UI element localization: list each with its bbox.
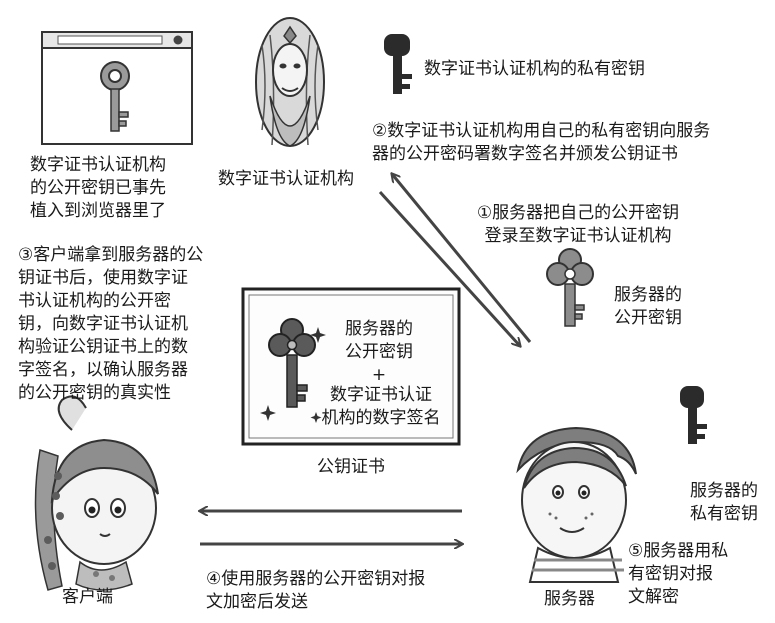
step-2-text: ②数字证书认证机构用自己的私有密钥向服务 器的公开密码署数字签名并颁发公钥证书: [372, 121, 711, 164]
certificate-caption: 公钥证书: [317, 457, 385, 477]
server-public-key-icon: [546, 248, 594, 327]
server-figure: [516, 426, 637, 583]
ca-label: 数字证书认证机构: [218, 169, 354, 189]
ca-figure: [255, 17, 325, 147]
server-public-key-label: 服务器的 公开密钥: [614, 285, 682, 328]
step-3-text: ③客户端拿到服务器的公 钥证书后，使用数字证 书认证机构的公开密 钥，向数字证书…: [18, 245, 204, 403]
step-4-text: ④使用服务器的公开密钥对报 文加密后发送: [206, 569, 426, 612]
step-1-text: ①服务器把自己的公开密钥 登录至数字证书认证机构: [476, 203, 680, 246]
step-5-text: ⑤服务器用私 有密钥对报 文解密: [628, 541, 729, 607]
pki-diagram: 数字证书认证机构 的公开密钥已事先 植入到浏览器里了 数字证书认证机构 数字证书…: [0, 0, 775, 623]
browser-note: 数字证书认证机构 的公开密钥已事先 植入到浏览器里了: [30, 155, 166, 221]
server-label: 服务器: [544, 589, 595, 609]
ca-private-key-label: 数字证书认证机构的私有密钥: [424, 59, 645, 79]
server-private-key-icon: [680, 386, 707, 444]
certificate-signature-text: 数字证书认证 机构的数字签名: [321, 385, 441, 428]
server-private-key-label: 服务器的 私有密钥: [690, 481, 758, 524]
client-figure: [34, 395, 159, 591]
ca-private-key-icon: [384, 34, 412, 94]
certificate-server-key-text: 服务器的 公开密钥: [345, 319, 413, 362]
client-label: 客户端: [62, 587, 113, 607]
